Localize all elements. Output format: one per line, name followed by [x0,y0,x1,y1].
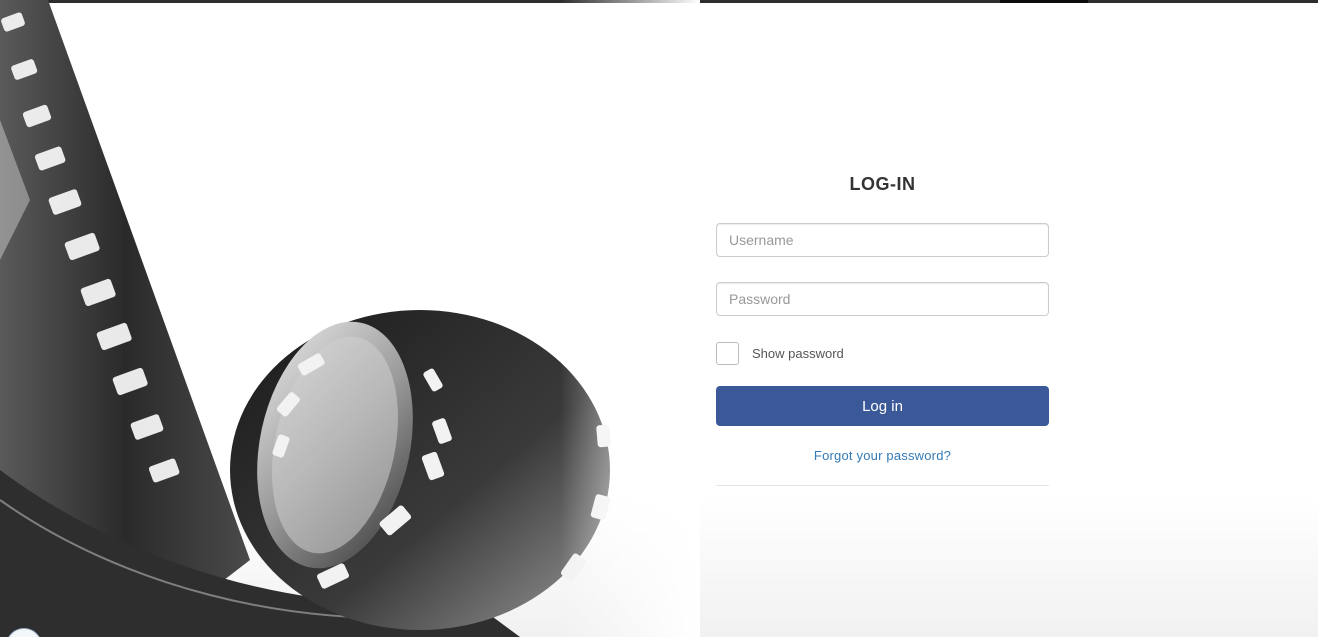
top-border-accent [1000,0,1088,3]
show-password-row: Show password [716,340,844,366]
show-password-label[interactable]: Show password [752,346,844,361]
film-reel-background [0,0,700,637]
show-password-checkbox[interactable] [716,341,739,365]
password-input[interactable] [716,282,1049,316]
username-input[interactable] [716,223,1049,257]
login-title: LOG-IN [849,174,916,194]
login-panel: LOG-IN Show password Log in Forgot your … [716,160,1049,486]
login-page: LOG-IN Show password Log in Forgot your … [0,0,1318,637]
login-button[interactable]: Log in [716,386,1049,426]
forgot-password-link[interactable]: Forgot your password? [716,448,1049,463]
divider [716,485,1049,486]
